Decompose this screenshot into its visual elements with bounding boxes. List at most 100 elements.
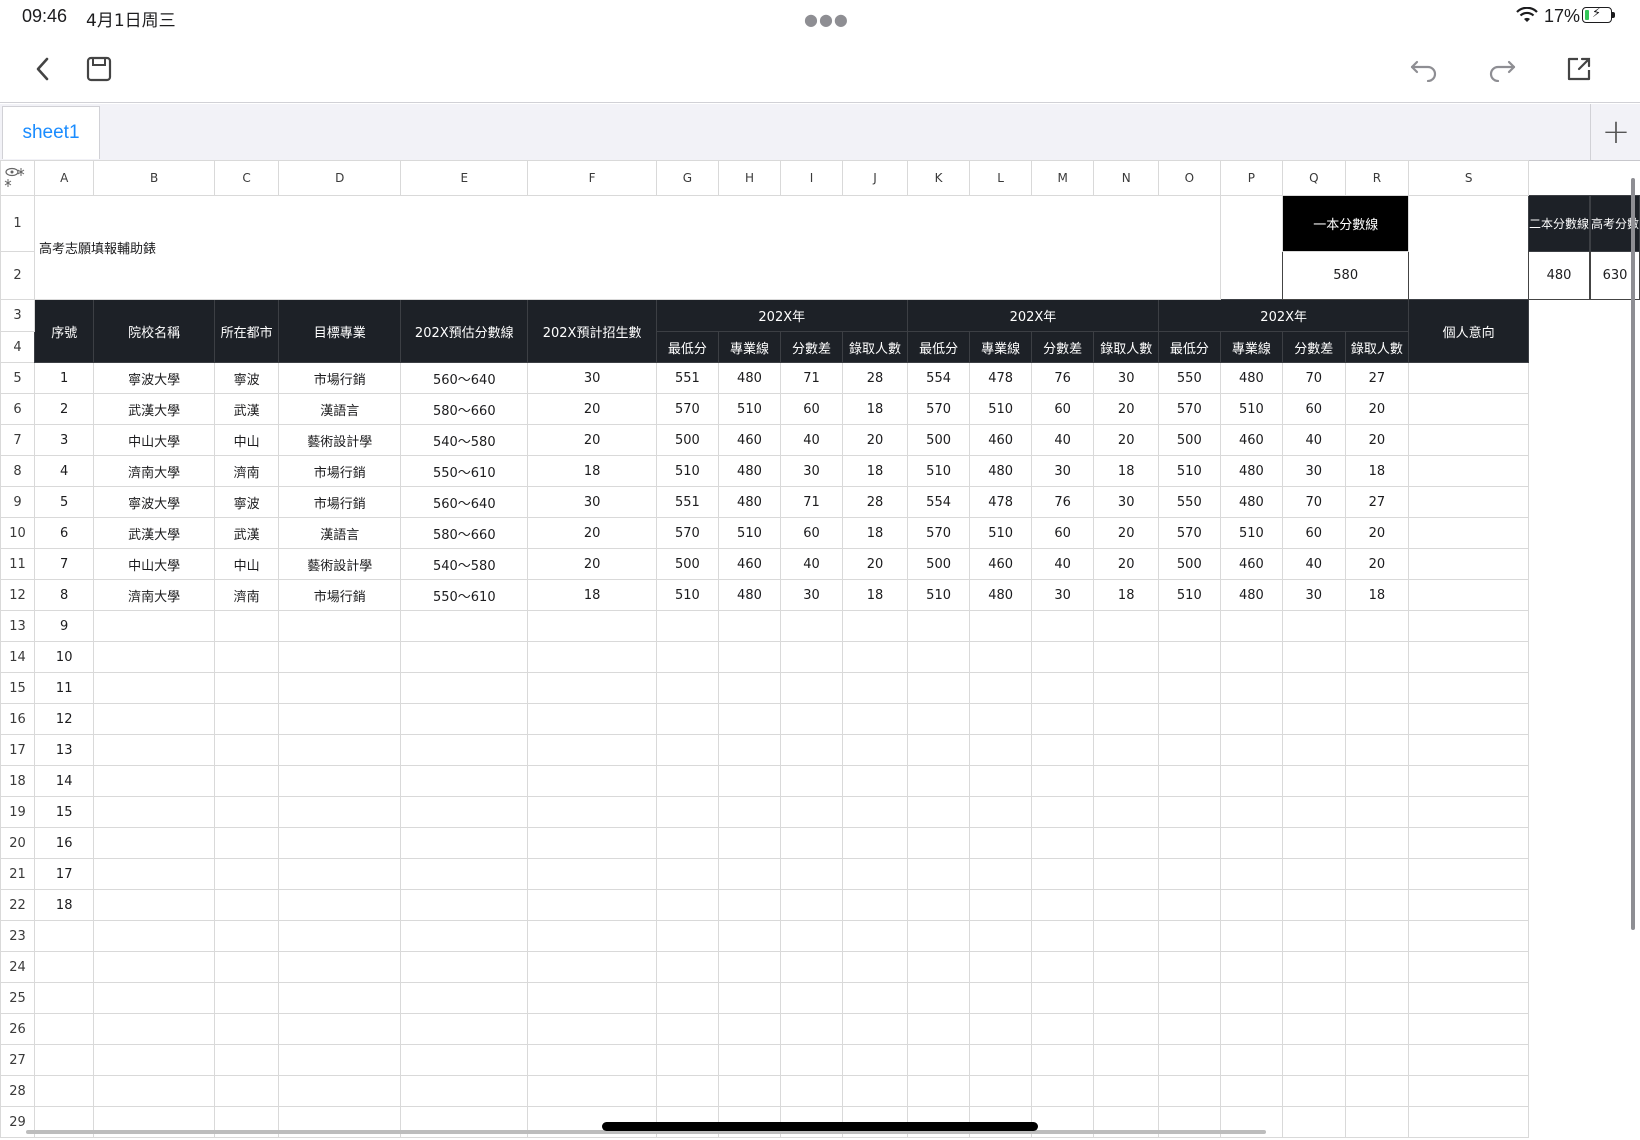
- cell[interactable]: [527, 858, 657, 890]
- cell[interactable]: [1408, 858, 1529, 890]
- cell[interactable]: [213, 765, 280, 797]
- cell[interactable]: [718, 703, 781, 735]
- cell[interactable]: [93, 1044, 215, 1076]
- cell[interactable]: [1093, 1044, 1160, 1076]
- cell[interactable]: [779, 889, 844, 921]
- cell[interactable]: 28: [842, 362, 908, 394]
- row-number[interactable]: 27: [0, 1044, 35, 1076]
- cell[interactable]: 460: [718, 424, 781, 456]
- cell[interactable]: [527, 765, 657, 797]
- cell[interactable]: [718, 951, 781, 983]
- cell[interactable]: 20: [842, 548, 908, 580]
- cell[interactable]: [1158, 641, 1221, 673]
- cell[interactable]: 510: [969, 517, 1032, 549]
- cell[interactable]: [278, 1075, 402, 1107]
- tab-sheet1[interactable]: sheet1: [2, 106, 100, 159]
- cell[interactable]: [906, 765, 971, 797]
- row-number[interactable]: 26: [0, 1013, 35, 1045]
- cell[interactable]: 寧波大學: [93, 362, 215, 394]
- cell[interactable]: [842, 703, 908, 735]
- subheader-cell[interactable]: 分數差: [1030, 331, 1095, 363]
- cell[interactable]: [400, 1013, 529, 1045]
- cell[interactable]: [1408, 765, 1529, 797]
- cell[interactable]: 27: [1344, 362, 1410, 394]
- sheet-title[interactable]: 高考志願填報輔助錶: [33, 195, 1221, 300]
- cell[interactable]: 30: [779, 455, 844, 487]
- cell[interactable]: 60: [779, 517, 844, 549]
- column-header[interactable]: O: [1158, 160, 1221, 196]
- cell[interactable]: 20: [527, 548, 657, 580]
- cell[interactable]: [1408, 827, 1529, 859]
- cell[interactable]: 550～610: [400, 455, 529, 487]
- cell[interactable]: [1030, 1013, 1095, 1045]
- cell[interactable]: 濟南大學: [93, 579, 215, 611]
- cell[interactable]: 14: [33, 765, 95, 797]
- cell[interactable]: 市場行銷: [278, 362, 402, 394]
- cell[interactable]: [213, 827, 280, 859]
- cell[interactable]: [278, 889, 402, 921]
- cell[interactable]: 18: [1344, 455, 1410, 487]
- cell[interactable]: 550: [1158, 362, 1221, 394]
- subheader-cell[interactable]: 錄取人數: [1344, 331, 1410, 363]
- cell[interactable]: 551: [655, 486, 720, 518]
- cell[interactable]: [1344, 672, 1410, 704]
- cell[interactable]: [1158, 858, 1221, 890]
- cell[interactable]: [969, 734, 1032, 766]
- line1-value-cell[interactable]: 580: [1282, 251, 1410, 300]
- cell[interactable]: [779, 610, 844, 642]
- cell[interactable]: [1408, 1106, 1529, 1138]
- cell[interactable]: [1282, 672, 1346, 704]
- cell[interactable]: 18: [842, 393, 908, 425]
- cell[interactable]: 20: [1344, 548, 1410, 580]
- subheader-cell[interactable]: 最低分: [906, 331, 971, 363]
- cell[interactable]: [527, 951, 657, 983]
- cell[interactable]: 480: [969, 455, 1032, 487]
- cell[interactable]: [1344, 641, 1410, 673]
- cell[interactable]: [1282, 703, 1346, 735]
- cell[interactable]: [718, 889, 781, 921]
- cell[interactable]: 中山: [213, 424, 280, 456]
- cell[interactable]: [842, 982, 908, 1014]
- cell[interactable]: [1030, 796, 1095, 828]
- cell[interactable]: [1409, 196, 1529, 252]
- cell[interactable]: [969, 858, 1032, 890]
- cell[interactable]: [278, 703, 402, 735]
- header-intent[interactable]: 個人意向: [1408, 299, 1529, 363]
- cell[interactable]: [1219, 982, 1284, 1014]
- cell[interactable]: [213, 920, 280, 952]
- column-header[interactable]: D: [278, 160, 402, 196]
- cell[interactable]: [1219, 889, 1284, 921]
- cell[interactable]: [1030, 827, 1095, 859]
- save-button[interactable]: [82, 52, 116, 86]
- cell[interactable]: 武漢: [213, 517, 280, 549]
- cell[interactable]: 寧波大學: [93, 486, 215, 518]
- cell[interactable]: [718, 827, 781, 859]
- cell[interactable]: [1219, 827, 1284, 859]
- cell[interactable]: 藝術設計學: [278, 424, 402, 456]
- cell[interactable]: 10: [33, 641, 95, 673]
- cell[interactable]: 551: [655, 362, 720, 394]
- cell[interactable]: [527, 1013, 657, 1045]
- cell[interactable]: [1093, 734, 1160, 766]
- cell[interactable]: [718, 765, 781, 797]
- cell[interactable]: [655, 1013, 720, 1045]
- cell[interactable]: [400, 703, 529, 735]
- cell[interactable]: [842, 610, 908, 642]
- cell[interactable]: [1093, 889, 1160, 921]
- cell[interactable]: 510: [655, 455, 720, 487]
- row-number[interactable]: 15: [0, 672, 35, 704]
- cell[interactable]: [655, 858, 720, 890]
- cell[interactable]: 510: [1219, 393, 1284, 425]
- cell[interactable]: 60: [1030, 393, 1095, 425]
- cell[interactable]: [1158, 703, 1221, 735]
- cell[interactable]: [779, 765, 844, 797]
- cell[interactable]: 40: [779, 548, 844, 580]
- cell[interactable]: [718, 796, 781, 828]
- cell[interactable]: 510: [718, 393, 781, 425]
- cell[interactable]: 510: [906, 455, 971, 487]
- cell[interactable]: [906, 796, 971, 828]
- select-all-corner[interactable]: [0, 160, 35, 196]
- cell[interactable]: 20: [1344, 424, 1410, 456]
- row-number[interactable]: 5: [0, 362, 35, 394]
- cell[interactable]: [655, 920, 720, 952]
